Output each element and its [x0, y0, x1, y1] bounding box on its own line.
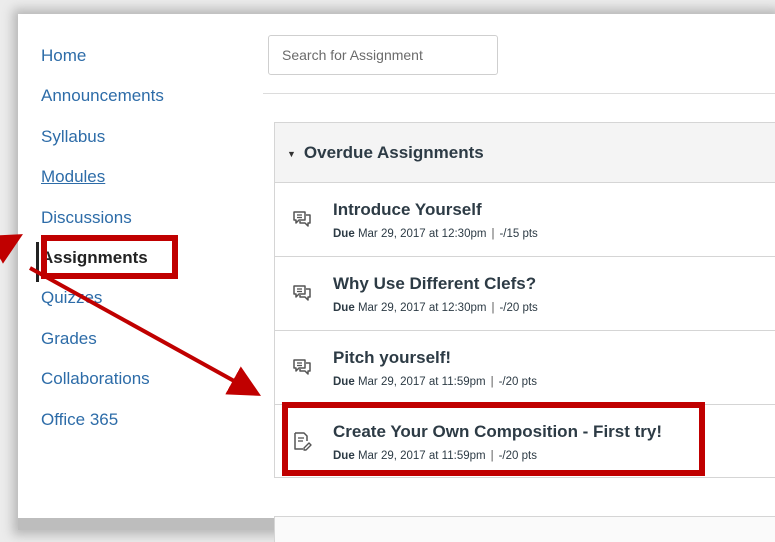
due-label: Due — [333, 302, 355, 314]
caret-down-icon: ▼ — [287, 148, 296, 159]
assignment-row[interactable]: Introduce Yourself Due Mar 29, 2017 at 1… — [275, 183, 775, 257]
next-assignment-group-edge — [274, 516, 775, 542]
due-label: Due — [333, 228, 355, 240]
assignment-meta: Due Mar 29, 2017 at 12:30pm | -/15 pts — [333, 228, 538, 240]
due-date: Mar 29, 2017 at 11:59pm — [357, 450, 486, 462]
search-input[interactable] — [268, 35, 498, 75]
assignment-group-header[interactable]: ▼ Overdue Assignments — [275, 123, 775, 183]
nav-item-modules[interactable]: Modules — [41, 161, 221, 201]
assignment-title[interactable]: Create Your Own Composition - First try! — [333, 422, 662, 442]
discussion-icon — [293, 285, 311, 301]
nav-item-collaborations[interactable]: Collaborations — [41, 363, 221, 403]
nav-item-quizzes[interactable]: Quizzes — [41, 282, 221, 322]
assignment-meta: Due Mar 29, 2017 at 11:59pm | -/20 pts — [333, 450, 537, 462]
assignment-row[interactable]: Why Use Different Clefs? Due Mar 29, 201… — [275, 257, 775, 331]
due-date: Mar 29, 2017 at 12:30pm — [357, 228, 487, 240]
meta-separator: | — [490, 450, 494, 462]
assignment-row[interactable]: Pitch yourself! Due Mar 29, 2017 at 11:5… — [275, 331, 775, 405]
search-divider — [263, 93, 775, 94]
assignment-title[interactable]: Why Use Different Clefs? — [333, 274, 536, 294]
assignment-points: -/20 pts — [499, 302, 538, 314]
nav-item-assignments[interactable]: Assignments — [36, 241, 221, 283]
assignment-group-title: Overdue Assignments — [303, 142, 484, 162]
assignment-title[interactable]: Pitch yourself! — [333, 348, 451, 368]
screenshot-stage: Home Announcements Syllabus Modules Disc… — [0, 0, 775, 542]
due-label: Due — [333, 376, 355, 388]
nav-item-syllabus[interactable]: Syllabus — [41, 121, 221, 161]
assignment-icon — [294, 432, 312, 451]
assignment-meta: Due Mar 29, 2017 at 11:59pm | -/20 pts — [333, 376, 537, 388]
course-nav: Home Announcements Syllabus Modules Disc… — [36, 40, 221, 444]
arrow-to-nav — [0, 234, 23, 264]
assignment-points: -/20 pts — [498, 450, 537, 462]
nav-item-office-365[interactable]: Office 365 — [41, 404, 221, 444]
due-date: Mar 29, 2017 at 12:30pm — [357, 302, 487, 314]
assignment-meta: Due Mar 29, 2017 at 12:30pm | -/20 pts — [333, 302, 538, 314]
due-label: Due — [333, 450, 355, 462]
nav-item-grades[interactable]: Grades — [41, 323, 221, 363]
assignment-row[interactable]: Create Your Own Composition - First try!… — [275, 405, 775, 479]
due-date: Mar 29, 2017 at 11:59pm — [357, 376, 486, 388]
assignment-points: -/15 pts — [499, 228, 538, 240]
meta-separator: | — [491, 302, 495, 314]
meta-separator: | — [490, 376, 494, 388]
nav-item-announcements[interactable]: Announcements — [41, 80, 221, 120]
meta-separator: | — [491, 228, 495, 240]
nav-item-home[interactable]: Home — [41, 40, 221, 80]
assignment-points: -/20 pts — [498, 376, 537, 388]
assignment-title[interactable]: Introduce Yourself — [333, 200, 482, 220]
assignment-group-overdue: ▼ Overdue Assignments Introduce Yourself… — [274, 122, 775, 478]
discussion-icon — [293, 211, 311, 227]
nav-item-discussions[interactable]: Discussions — [41, 202, 221, 242]
discussion-icon — [293, 359, 311, 375]
